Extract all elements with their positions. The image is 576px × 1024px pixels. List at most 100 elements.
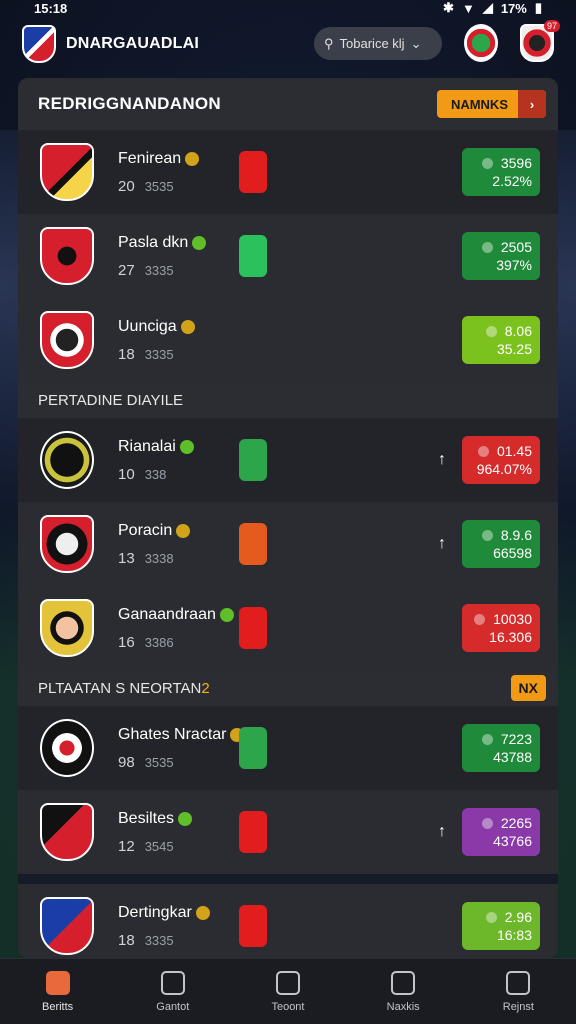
team-stat-sub: 3335 — [144, 346, 174, 362]
odds-button[interactable]: 7223 43788 — [462, 724, 540, 772]
close-section-button[interactable]: NX — [510, 675, 546, 701]
form-indicator — [239, 811, 267, 853]
rankings-button[interactable]: NAMNKS › — [436, 90, 546, 118]
team-name-text: Fenirean — [118, 149, 182, 167]
odds-icon — [481, 817, 493, 829]
team-stat-value: 10 — [118, 465, 135, 483]
odds-top: 8.9.6 — [481, 527, 532, 543]
nav-item-teoont[interactable]: Teoont — [248, 970, 328, 1013]
odds-button[interactable]: 10030 16.306 — [462, 604, 540, 652]
nav-item-rejnst[interactable]: Rejnst — [478, 970, 558, 1013]
notification-badge: 97 — [543, 20, 560, 32]
odds-icon — [481, 529, 493, 541]
team-info: Besiltes 12 3545 — [118, 810, 228, 855]
team-name-text: Besiltes — [118, 809, 175, 827]
odds-top: 2.96 — [485, 909, 532, 925]
nav-item-naxkis[interactable]: Naxkis — [363, 970, 443, 1013]
team-crest — [40, 227, 94, 285]
status-dot-icon — [192, 235, 207, 250]
nav-label: Gantot — [156, 1000, 190, 1013]
team-stat: 12 3545 — [118, 838, 228, 855]
team-stat: 10 338 — [118, 466, 228, 483]
rankings-button-label: NAMNKS — [450, 96, 508, 112]
team-name-text: Pasla dkn — [118, 233, 189, 251]
team-stat: 20 3535 — [118, 178, 228, 195]
app-name: DNARGAUADLAI — [66, 35, 200, 52]
team-stat-value: 18 — [118, 931, 135, 949]
team-info: Ghates Nractar 98 3535 — [118, 725, 245, 771]
team-row[interactable]: Dertingkar 18 3335 2.96 16:83 — [18, 884, 558, 958]
profile-club-badge[interactable]: 97 — [520, 20, 560, 62]
odds-button[interactable]: 8.06 35.25 — [462, 316, 540, 364]
calendar-icon — [275, 970, 300, 995]
odds-top-value: 7223 — [500, 731, 532, 747]
team-stat-sub: 3535 — [144, 754, 174, 770]
team-info: Poracin 13 3338 — [118, 522, 228, 567]
team-stat-value: 12 — [118, 837, 135, 855]
trend-up-icon: ↑ — [438, 535, 446, 552]
standings-panel: REDRIGGNANDANON NAMNKS › Fenirean 20 3535 3… — [18, 78, 558, 958]
team-row[interactable]: Ghates Nractar 98 3535 7223 43788 — [18, 706, 558, 790]
search-button[interactable]: ⚲ Tobarice klj ⌄ — [314, 27, 442, 60]
team-stat: 27 3335 — [118, 262, 228, 279]
section-title: PERTADINE DIAYILE — [38, 391, 184, 409]
team-row[interactable]: Pasla dkn 27 3335 2505 397% — [18, 214, 558, 298]
odds-bottom-value: 43788 — [493, 749, 532, 765]
odds-button[interactable]: 8.9.6 66598 — [462, 520, 540, 568]
team-info: Ganaandraan 16 3386 — [118, 606, 234, 651]
team-name: Ghates Nractar — [118, 725, 245, 744]
team-row[interactable]: Ganaandraan 16 3386 10030 16.306 — [18, 586, 558, 670]
signal-icon: ◢ — [482, 0, 493, 15]
team-crest — [40, 515, 94, 573]
team-crest — [40, 719, 94, 777]
odds-button[interactable]: 3596 2.52% — [462, 148, 540, 196]
app-logo[interactable] — [22, 25, 56, 63]
bluetooth-icon: ✱ — [443, 0, 454, 15]
team-stat-sub: 3335 — [144, 262, 174, 278]
favorite-club-badge[interactable] — [464, 24, 498, 62]
status-dot-icon — [195, 905, 210, 920]
nav-item-gantot[interactable]: Gantot — [133, 970, 213, 1013]
team-row[interactable]: Rianalai 10 338 ↑ 01.45 964.07% — [18, 418, 558, 502]
team-crest — [40, 311, 94, 369]
team-name: Pasla dkn — [118, 234, 228, 252]
odds-button[interactable]: 2265 43766 — [462, 808, 540, 856]
odds-button[interactable]: 2.96 16:83 — [462, 902, 540, 950]
team-stat-sub: 338 — [144, 466, 167, 482]
section-header: PLTAATAN S NEORTAN2 NX — [18, 670, 558, 706]
odds-top-value: 8.06 — [504, 323, 532, 339]
nav-label: Teoont — [271, 1000, 305, 1013]
panel-title: REDRIGGNANDANON — [38, 94, 221, 113]
team-row[interactable]: Poracin 13 3338 ↑ 8.9.6 66598 — [18, 502, 558, 586]
odds-top-value: 3596 — [500, 155, 532, 171]
team-stat: 13 3338 — [118, 550, 228, 567]
odds-top-value: 2505 — [500, 239, 532, 255]
team-stat: 18 3335 — [118, 932, 228, 949]
team-row[interactable]: Uunciga 18 3335 8.06 35.25 — [18, 298, 558, 382]
status-dot-icon — [176, 523, 191, 538]
odds-icon — [485, 911, 497, 923]
profile-icon — [506, 970, 531, 995]
nav-label: Beritts — [42, 1000, 74, 1013]
status-bar: 15:18 ✱ ▼ ◢ 17% ▮ — [0, 0, 576, 16]
odds-top-value: 01.45 — [496, 443, 532, 459]
team-stat: 18 3335 — [118, 346, 228, 363]
battery-level: 17% — [500, 0, 527, 16]
team-stat-sub: 3335 — [144, 932, 174, 948]
team-crest — [40, 897, 94, 955]
odds-button[interactable]: 01.45 964.07% — [462, 436, 540, 484]
team-crest — [40, 143, 94, 201]
odds-icon — [474, 613, 486, 625]
odds-icon — [485, 325, 497, 337]
home-icon — [45, 970, 70, 995]
team-row[interactable]: Fenirean 20 3535 3596 2.52% — [18, 130, 558, 214]
team-crest — [40, 431, 94, 489]
odds-button[interactable]: 2505 397% — [462, 232, 540, 280]
team-crest — [40, 803, 94, 861]
status-dot-icon — [180, 319, 195, 334]
team-row[interactable]: Besiltes 12 3545 ↑ 2265 43766 — [18, 790, 558, 874]
team-stat: 16 3386 — [118, 634, 228, 651]
team-name-text: Ghates Nractar — [118, 725, 227, 743]
nav-item-beritts[interactable]: Beritts — [18, 970, 98, 1013]
team-name-text: Dertingkar — [118, 903, 192, 921]
